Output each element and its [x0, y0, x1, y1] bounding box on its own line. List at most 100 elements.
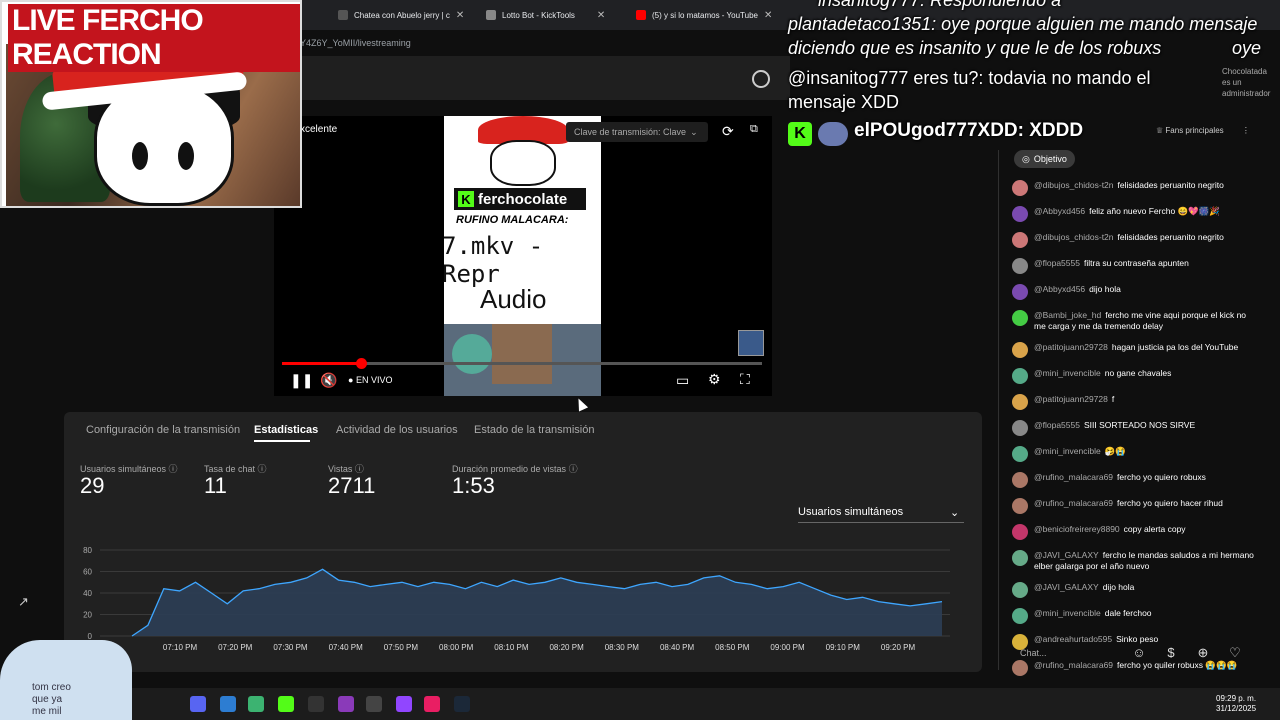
chat-username[interactable]: @mini_invencible — [1034, 368, 1101, 378]
avatar[interactable] — [1012, 472, 1028, 488]
app-icon[interactable] — [248, 696, 264, 712]
chat-message[interactable]: @mini_invencible no gane chavales — [1012, 368, 1256, 384]
more-icon[interactable]: ⋮ — [1242, 126, 1250, 135]
progress-handle[interactable] — [356, 358, 367, 369]
avatar[interactable] — [1012, 284, 1028, 300]
chat-username[interactable]: @Bambi_joke_hd — [1034, 310, 1101, 320]
chat-username[interactable]: @Abbyxd456 — [1034, 206, 1085, 216]
avatar[interactable] — [1012, 206, 1028, 222]
heart-icon[interactable]: ♡ — [1226, 644, 1244, 662]
chat-message[interactable]: @flopa5555 SIII SORTEADO NOS SIRVE — [1012, 420, 1256, 436]
avatar[interactable] — [1012, 258, 1028, 274]
avatar[interactable] — [1012, 180, 1028, 196]
chat-username[interactable]: @patitojuann29728 — [1034, 342, 1108, 352]
avatar[interactable] — [1012, 368, 1028, 384]
terminal-icon[interactable] — [308, 696, 324, 712]
live-settings-icon[interactable] — [752, 70, 770, 88]
chat-message[interactable]: @mini_invencible 🤧😭 — [1012, 446, 1256, 462]
chat-username[interactable]: @rufino_malacara69 — [1034, 472, 1113, 482]
expand-icon[interactable]: ↗ — [18, 594, 29, 610]
kick-icon[interactable] — [278, 696, 294, 712]
overlay-badge: Chocolatada es un administrador — [1222, 66, 1280, 99]
refresh-icon[interactable]: ⟳ — [722, 123, 734, 140]
chat-username[interactable]: @patitojuann29728 — [1034, 394, 1108, 404]
goal-icon: ◎ — [1022, 153, 1030, 164]
avatar[interactable] — [1012, 446, 1028, 462]
twitch-icon[interactable] — [396, 696, 412, 712]
avatar[interactable] — [1012, 342, 1028, 358]
chat-message[interactable]: @Abbyxd456 dijo hola — [1012, 284, 1256, 300]
steam-icon[interactable] — [454, 696, 470, 712]
app-icon[interactable] — [366, 696, 382, 712]
webcam-overlay: LIVE FERCHO REACTION — [0, 0, 302, 208]
avatar[interactable] — [1012, 524, 1028, 540]
chat-message[interactable]: @flopa5555 filtra su contraseña apunten — [1012, 258, 1256, 274]
chat-message[interactable]: @Bambi_joke_hd fercho me vine aqui porque… — [1012, 310, 1256, 332]
explorer-icon[interactable] — [220, 696, 236, 712]
chat-message[interactable]: @rufino_malacara69 fercho yo quiero hacer… — [1012, 498, 1256, 514]
chat-username[interactable]: @mini_invencible — [1034, 608, 1101, 618]
chat-input[interactable]: Chat... — [1012, 642, 1128, 664]
y-tick-label: 40 — [83, 589, 92, 598]
chat-message[interactable]: @dibujos_chidos-t2n felisidades peruanito… — [1012, 232, 1256, 248]
chat-message[interactable]: @patitojuann29728 hagan justicia pa los d… — [1012, 342, 1256, 358]
chat-username[interactable]: @mini_invencible — [1034, 446, 1101, 456]
subtitles-icon[interactable]: ▭ — [676, 372, 689, 389]
tab-statistics[interactable]: Estadísticas — [254, 424, 318, 436]
chat-message[interactable]: @beniciofreirerey8890 copy alerta copy — [1012, 524, 1256, 540]
metric-dropdown[interactable]: Usuarios simultáneos ⌄ — [798, 506, 959, 519]
chat-username[interactable]: @dibujos_chidos-t2n — [1034, 232, 1114, 242]
chat-message[interactable]: @patitojuann29728 f — [1012, 394, 1256, 410]
stream-key-select[interactable]: Clave de transmisión: Clave ⌄ — [566, 122, 708, 142]
discord-icon[interactable] — [190, 696, 206, 712]
browser-tab[interactable]: Chatea con Abuelo jerry | c ✕ — [338, 4, 478, 26]
chat-message[interactable]: @dibujos_chidos-t2n felisidades peruanito… — [1012, 180, 1256, 196]
chat-username[interactable]: @beniciofreirerey8890 — [1034, 524, 1120, 534]
chat-username[interactable]: @flopa5555 — [1034, 420, 1080, 430]
chat-message[interactable]: @mini_invencible dale ferchoo — [1012, 608, 1256, 624]
fullscreen-icon[interactable]: ⛶ — [740, 371, 750, 388]
avatar[interactable] — [1012, 232, 1028, 248]
address-bar[interactable]: Y4Z6Y_YoMII/livestreaming — [300, 30, 800, 56]
preview-channel: K ferchocolate — [454, 188, 586, 210]
avatar[interactable] — [1012, 310, 1028, 326]
browser-tab[interactable]: (5) y si lo matamos - YouTube ✕ — [636, 4, 776, 26]
pause-icon[interactable]: ❚❚ — [290, 372, 313, 389]
top-fans-button[interactable]: ♕ Fans principales ⋮ — [1156, 126, 1250, 135]
mute-icon[interactable]: 🔇 — [320, 372, 337, 389]
chat-message[interactable]: @JAVI_GALAXY fercho le mandas saludos a m… — [1012, 550, 1256, 572]
chat-text: fercho yo quiero hacer rihud — [1117, 498, 1223, 508]
chat-message[interactable]: @JAVI_GALAXY dijo hola — [1012, 582, 1256, 598]
gear-icon[interactable]: ⚙ — [708, 371, 721, 388]
tiktok-icon[interactable] — [424, 696, 440, 712]
avatar[interactable] — [1012, 550, 1028, 566]
chat-username[interactable]: @Abbyxd456 — [1034, 284, 1085, 294]
chat-username[interactable]: @dibujos_chidos-t2n — [1034, 180, 1114, 190]
avatar[interactable] — [1012, 498, 1028, 514]
chat-message[interactable]: @Abbyxd456 feliz año nuevo Fercho 😄💖🎆🎉 — [1012, 206, 1256, 222]
badge-name: Chocolatada — [1222, 67, 1267, 76]
close-icon[interactable]: ✕ — [764, 10, 772, 21]
browser-tab[interactable]: Lotto Bot - KickTools ✕ — [486, 4, 626, 26]
avatar[interactable] — [1012, 608, 1028, 624]
close-icon[interactable]: ✕ — [597, 10, 605, 21]
emoji-icon[interactable]: ☺ — [1130, 644, 1148, 662]
avatar[interactable] — [1012, 420, 1028, 436]
tab-stream-status[interactable]: Estado de la transmisión — [474, 424, 594, 436]
chat-username[interactable]: @JAVI_GALAXY — [1034, 582, 1099, 592]
copy-icon[interactable]: ⧉ — [750, 123, 758, 136]
tab-config[interactable]: Configuración de la transmisión — [86, 424, 240, 436]
tab-user-activity[interactable]: Actividad de los usuarios — [336, 424, 458, 436]
chat-username[interactable]: @JAVI_GALAXY — [1034, 550, 1099, 560]
app-icon[interactable] — [338, 696, 354, 712]
system-clock[interactable]: 09:29 p. m. 31/12/2025 — [1216, 694, 1256, 714]
chat-message[interactable]: @rufino_malacara69 fercho yo quiero robux… — [1012, 472, 1256, 488]
super-chat-icon[interactable]: $ — [1162, 644, 1180, 662]
goal-chip[interactable]: ◎ Objetivo — [1014, 150, 1075, 168]
avatar[interactable] — [1012, 394, 1028, 410]
avatar[interactable] — [1012, 582, 1028, 598]
add-icon[interactable]: ⊕ — [1194, 644, 1212, 662]
close-icon[interactable]: ✕ — [456, 10, 464, 21]
chat-username[interactable]: @flopa5555 — [1034, 258, 1080, 268]
chat-username[interactable]: @rufino_malacara69 — [1034, 498, 1113, 508]
